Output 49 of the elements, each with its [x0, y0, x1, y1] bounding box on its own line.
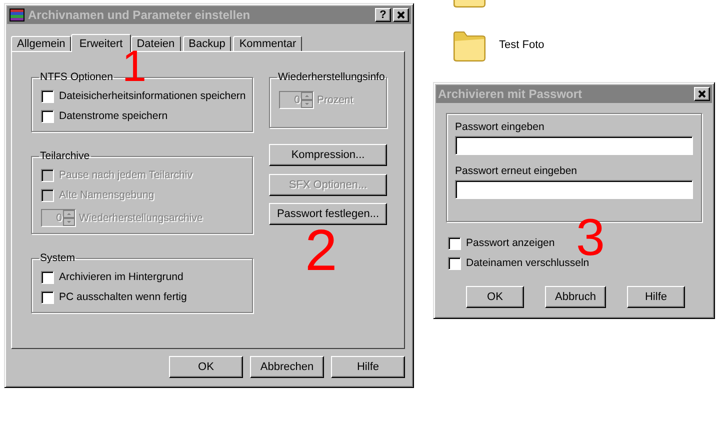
dialog-button: SFX Optionen...: [269, 174, 387, 196]
step-number: 1: [122, 51, 146, 83]
tab[interactable]: Backup: [182, 36, 232, 51]
dialog-button[interactable]: Hilfe: [627, 286, 685, 308]
folder-icon[interactable]: [452, 0, 486, 8]
group-label: Wiederherstellungsinfo: [277, 71, 386, 83]
folder-label[interactable]: Test Foto: [499, 39, 544, 51]
tab[interactable]: Allgemein: [11, 36, 72, 51]
checkbox[interactable]: [448, 236, 461, 250]
dialog-button[interactable]: Passwort festlegen...: [269, 203, 387, 225]
tab[interactable]: Dateien: [130, 36, 181, 51]
dialog-button[interactable]: Kompression...: [269, 144, 387, 166]
checkbox-label: Pause nach jedem Teilarchiv: [59, 169, 192, 181]
dialog-button[interactable]: Abbruch: [545, 286, 606, 308]
checkbox[interactable]: [41, 270, 54, 284]
tab[interactable]: Kommentar: [233, 36, 302, 51]
dialog-button[interactable]: Abbrechen: [250, 356, 324, 378]
dialog-button[interactable]: OK: [466, 286, 524, 308]
checkbox-label: Dateinamen verschlusseln: [466, 257, 590, 269]
spinner-label: Prozent: [317, 94, 354, 106]
checkbox-label: PC ausschalten wenn fertig: [59, 291, 187, 303]
dialog-button[interactable]: OK: [169, 356, 243, 378]
dialog-button[interactable]: Hilfe: [331, 356, 405, 378]
group-label: System: [39, 252, 76, 264]
window-title: Archivnamen und Parameter einstellen: [28, 8, 252, 22]
checkbox-label: Alte Namensgebung: [59, 189, 154, 201]
password-field[interactable]: [455, 180, 693, 199]
tab[interactable]: Erweitert: [71, 34, 131, 52]
checkbox[interactable]: [41, 290, 54, 304]
step-number: 2: [305, 222, 338, 280]
checkbox-label: Datenstrome speichern: [59, 110, 168, 122]
checkbox[interactable]: [41, 90, 54, 102]
close-icon: [397, 11, 405, 19]
group-label: NTFS Optionen: [39, 71, 114, 83]
number-spinner: 0: [279, 91, 314, 109]
spinner-label: Wiederherstellungsarchive: [79, 212, 203, 224]
close-icon: [698, 90, 706, 98]
field-label: Passwort erneut eingeben: [455, 165, 578, 179]
checkbox-label: Dateisicherheitsinformationen speichern: [59, 90, 246, 102]
field-label: Passwort eingeben: [455, 121, 546, 135]
checkbox-label: Archivieren im Hintergrund: [59, 271, 184, 283]
checkbox-label: Passwort anzeigen: [466, 237, 555, 249]
checkbox[interactable]: [448, 256, 461, 270]
group-label: Teilarchive: [39, 150, 91, 162]
window-title: Archivieren mit Passwort: [438, 87, 584, 101]
checkbox[interactable]: [41, 110, 54, 122]
books-icon: [9, 8, 25, 22]
password-field[interactable]: [455, 136, 693, 155]
number-spinner: 0: [41, 209, 76, 227]
